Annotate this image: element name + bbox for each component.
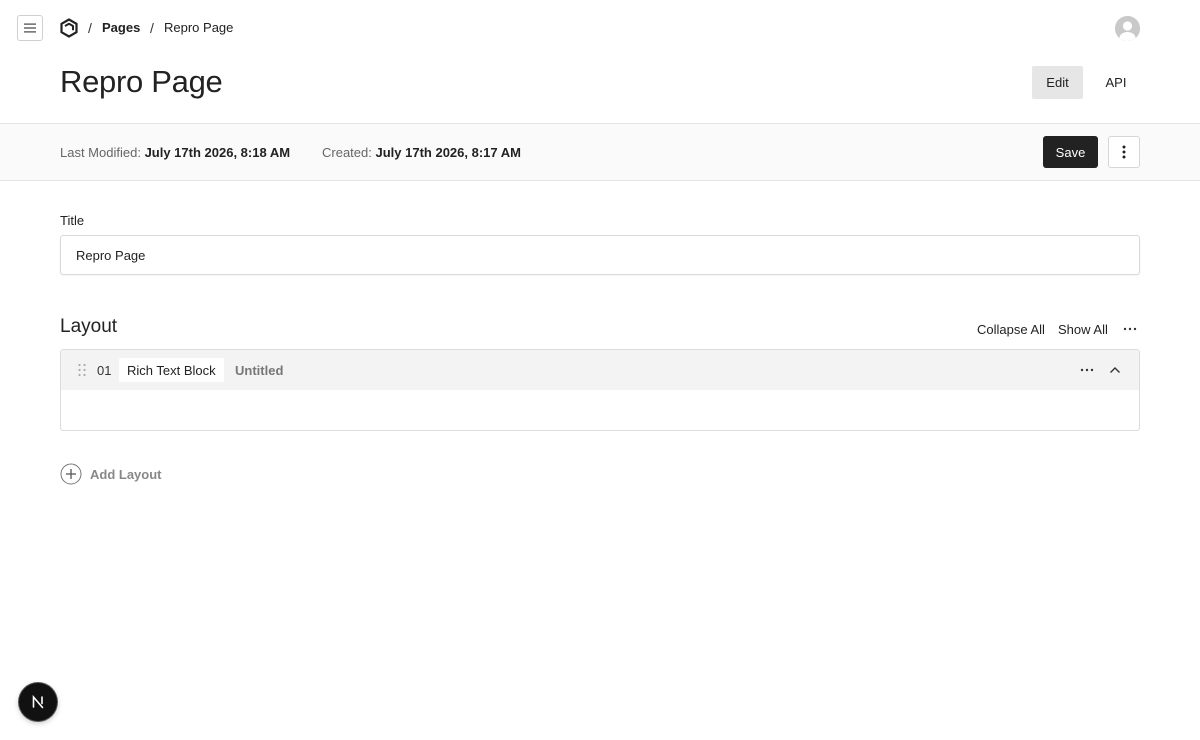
chevron-up-icon[interactable] (1107, 362, 1123, 378)
collapse-all-button[interactable]: Collapse All (977, 322, 1045, 337)
breadcrumb-current: Repro Page (164, 20, 234, 35)
breadcrumb-separator: / (88, 20, 92, 36)
title-field-label: Title (60, 213, 85, 228)
created: Created: July 17th 2026, 8:17 AM (322, 145, 521, 160)
top-bar: / Pages / Repro Page (0, 0, 1200, 56)
created-label: Created: (322, 145, 372, 160)
tab-edit[interactable]: Edit (1032, 66, 1083, 99)
breadcrumb-pages[interactable]: Pages (102, 20, 140, 35)
block-number: 01 (97, 363, 112, 378)
drag-handle-icon[interactable] (77, 363, 87, 377)
block-type-pill: Rich Text Block (119, 358, 224, 382)
last-modified-label: Last Modified: (60, 145, 141, 160)
add-layout-button[interactable]: Add Layout (60, 463, 162, 485)
document-options-button[interactable] (1108, 136, 1140, 168)
show-all-button[interactable]: Show All (1058, 322, 1108, 337)
payload-logo-icon[interactable] (59, 18, 79, 38)
page-title: Repro Page (60, 64, 223, 99)
menu-toggle-button[interactable] (17, 15, 43, 41)
breadcrumb-separator: / (150, 20, 154, 36)
layout-block-header[interactable]: 01 Rich Text Block Untitled (61, 350, 1139, 390)
plus-circle-icon (60, 463, 82, 485)
last-modified-value: July 17th 2026, 8:18 AM (144, 145, 291, 160)
last-modified: Last Modified: July 17th 2026, 8:18 AM (60, 145, 290, 160)
layout-section-title: Layout (60, 316, 118, 337)
layout-block: 01 Rich Text Block Untitled (60, 349, 1140, 431)
tab-api[interactable]: API (1096, 66, 1136, 99)
app-root: / Pages / Repro Page Repro Page Edit API… (0, 0, 1200, 740)
save-button[interactable]: Save (1043, 136, 1098, 168)
divider (0, 180, 1200, 181)
block-label: Untitled (235, 363, 284, 378)
more-vertical-icon (1122, 145, 1126, 159)
nextjs-dev-indicator[interactable] (19, 683, 57, 721)
created-value: July 17th 2026, 8:17 AM (375, 145, 521, 160)
nextjs-n-icon (32, 694, 44, 709)
more-horizontal-icon[interactable] (1079, 362, 1095, 378)
user-avatar-icon[interactable] (1115, 16, 1140, 41)
hamburger-icon (24, 23, 36, 33)
title-input[interactable] (60, 235, 1140, 275)
document-meta-bar: Last Modified: July 17th 2026, 8:18 AM C… (0, 124, 1200, 180)
add-layout-label: Add Layout (90, 466, 162, 482)
more-horizontal-icon[interactable] (1122, 321, 1138, 337)
